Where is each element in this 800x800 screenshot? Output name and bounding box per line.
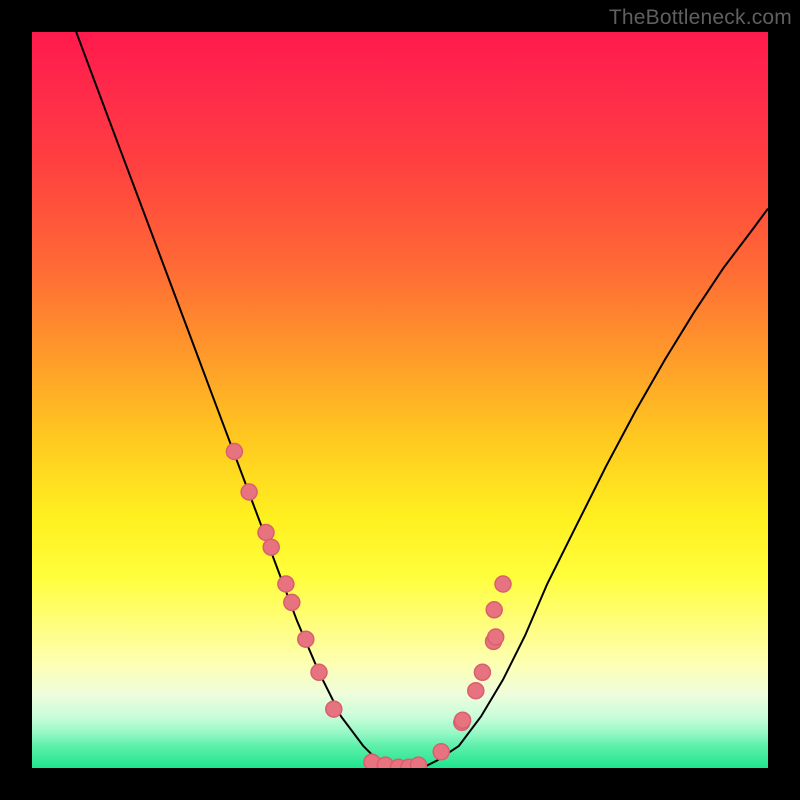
data-point bbox=[241, 484, 257, 500]
data-point bbox=[488, 629, 504, 645]
data-point bbox=[258, 525, 274, 541]
chart-frame: TheBottleneck.com bbox=[0, 0, 800, 800]
data-point bbox=[326, 701, 342, 717]
data-point bbox=[495, 576, 511, 592]
data-point bbox=[226, 444, 242, 460]
data-point bbox=[298, 631, 314, 647]
chart-svg bbox=[32, 32, 768, 768]
data-point bbox=[284, 594, 300, 610]
data-point bbox=[410, 757, 426, 768]
data-points bbox=[226, 444, 511, 769]
data-point bbox=[468, 683, 484, 699]
data-point bbox=[263, 539, 279, 555]
plot-area bbox=[32, 32, 768, 768]
watermark-text: TheBottleneck.com bbox=[609, 6, 792, 30]
data-point bbox=[474, 664, 490, 680]
bottleneck-curve bbox=[76, 32, 768, 768]
data-point bbox=[278, 576, 294, 592]
data-point bbox=[311, 664, 327, 680]
data-point bbox=[455, 712, 471, 728]
data-point bbox=[486, 602, 502, 618]
data-point bbox=[433, 744, 449, 760]
